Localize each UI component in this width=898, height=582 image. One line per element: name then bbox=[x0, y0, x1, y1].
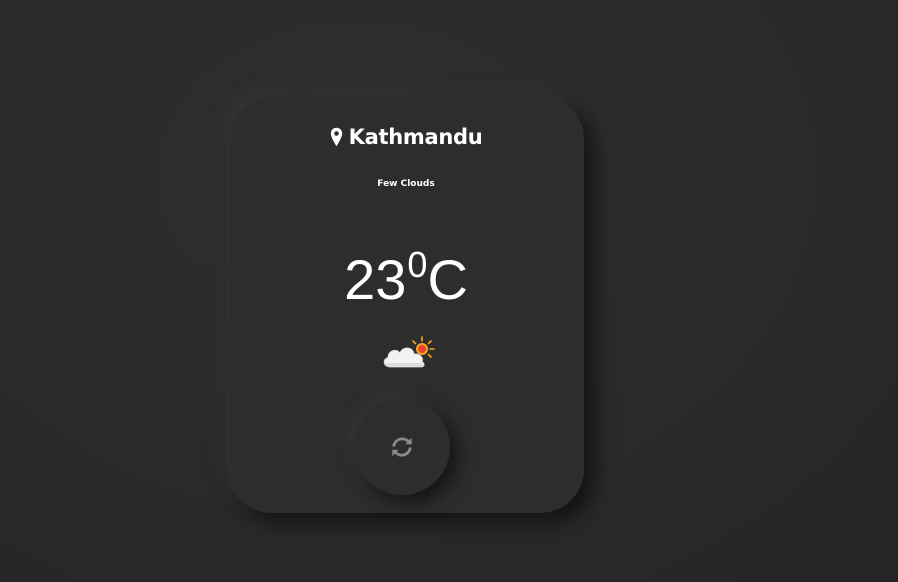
location-header: Kathmandu bbox=[228, 125, 584, 149]
temperature-value: 23 bbox=[344, 248, 407, 311]
refresh-icon bbox=[392, 437, 412, 457]
weather-card: Kathmandu Few Clouds 230C bbox=[228, 95, 584, 513]
temperature-display: 230C bbox=[228, 231, 584, 314]
temperature-degree: 0 bbox=[407, 244, 428, 285]
temperature-unit: C bbox=[427, 248, 468, 311]
refresh-button[interactable] bbox=[354, 399, 450, 495]
city-name: Kathmandu bbox=[348, 125, 483, 149]
partly-cloudy-icon bbox=[383, 336, 435, 368]
map-pin-icon bbox=[330, 127, 342, 147]
weather-description: Few Clouds bbox=[377, 179, 435, 189]
